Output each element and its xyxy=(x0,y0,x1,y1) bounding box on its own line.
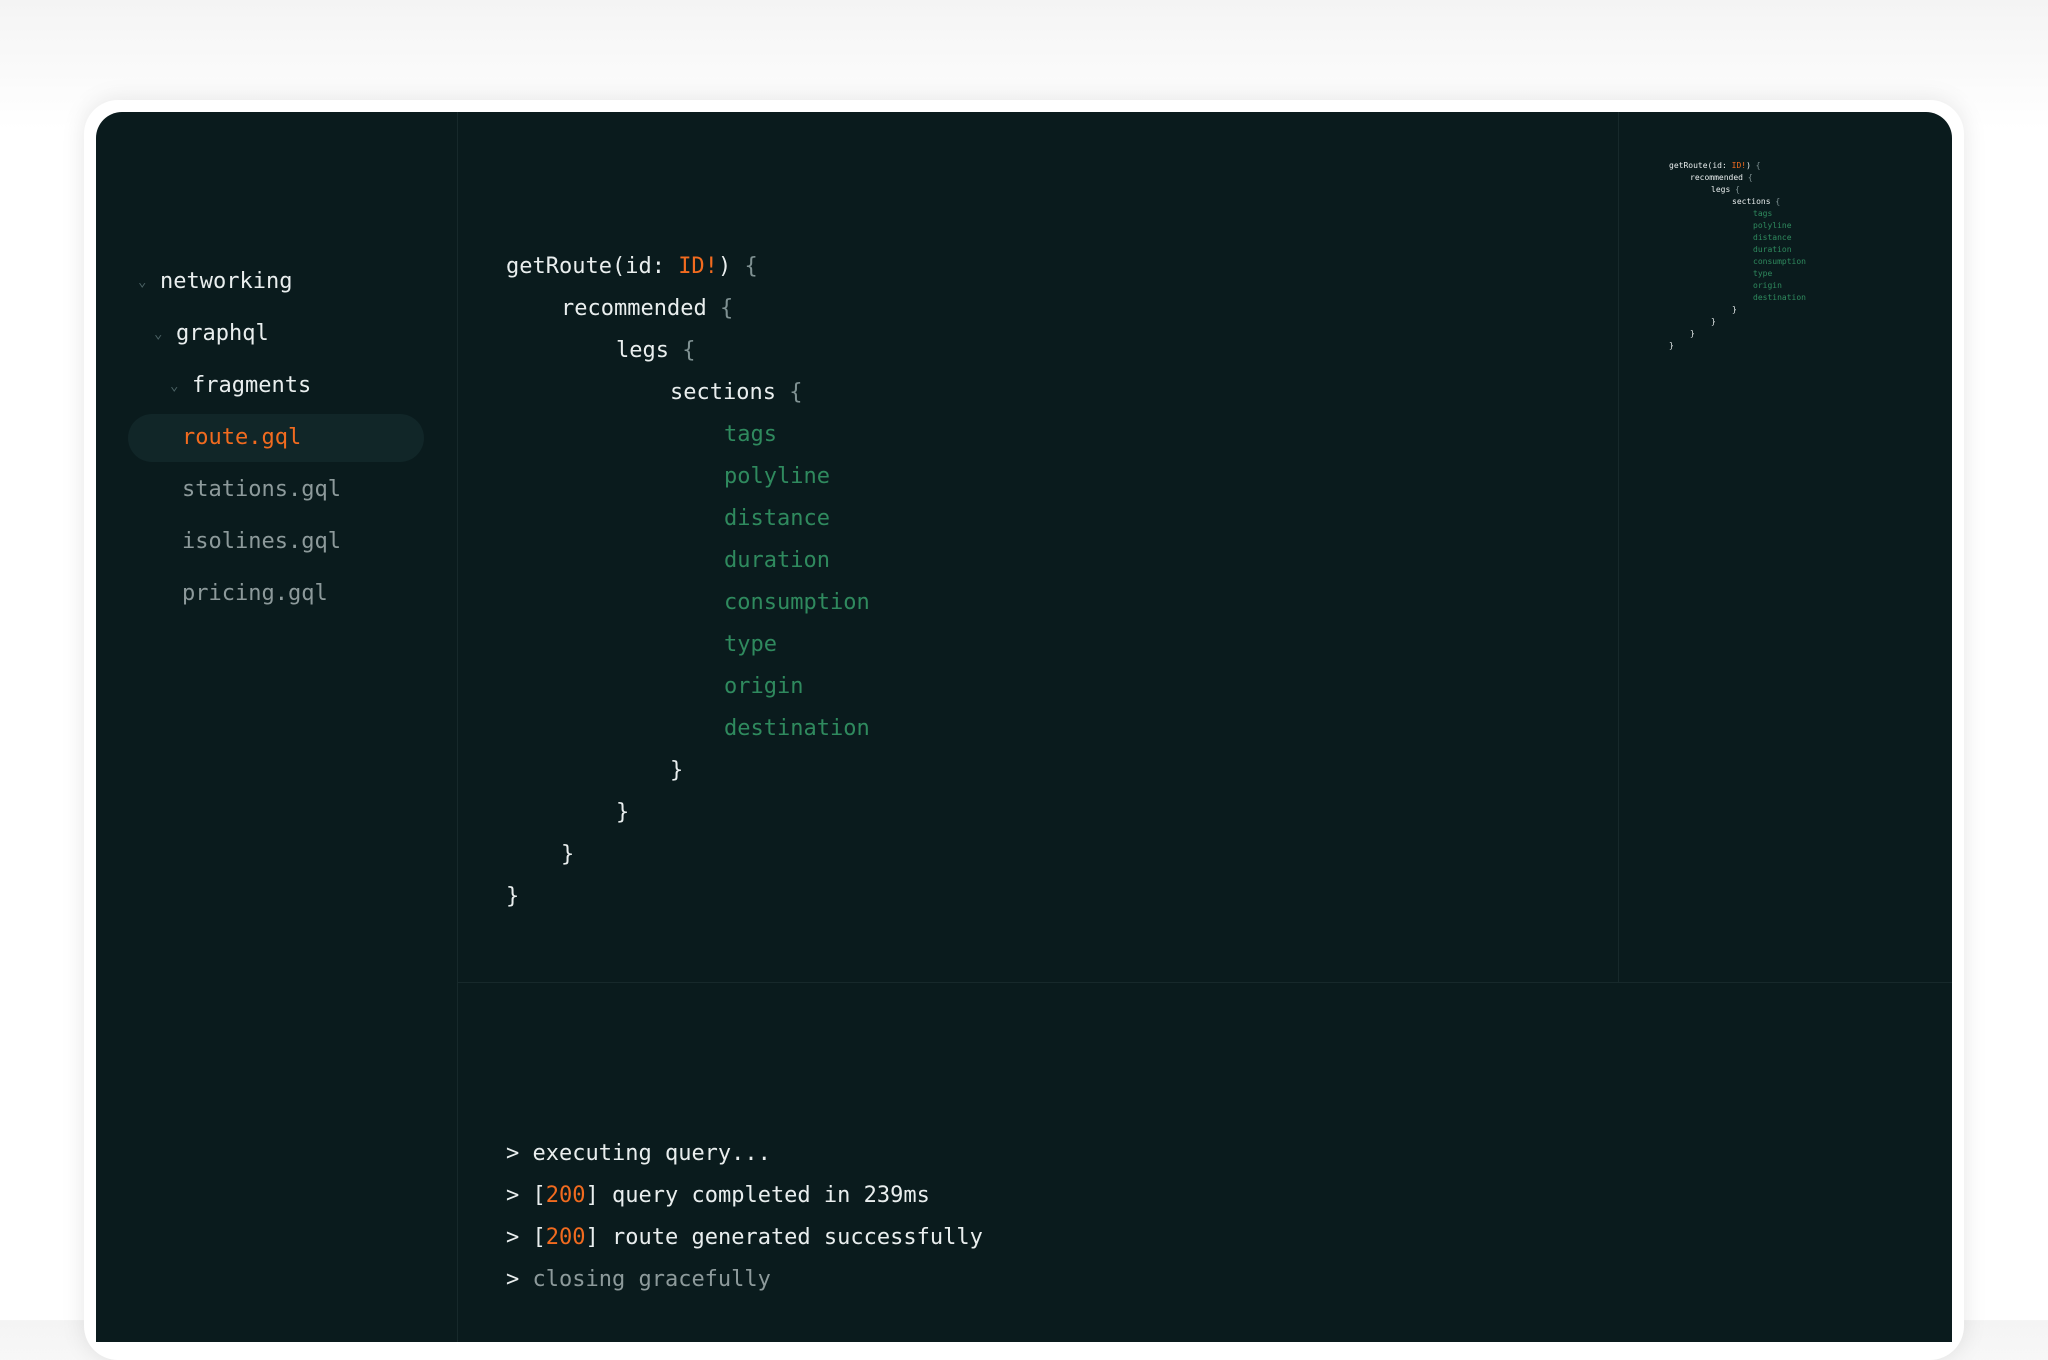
status-code: 200 xyxy=(545,1225,586,1250)
chevron-down-icon[interactable]: ⌄ xyxy=(154,310,176,358)
minimap-line: recommended { xyxy=(1690,173,1753,182)
tree-file-pricing-gql[interactable]: pricing.gql xyxy=(182,570,328,618)
code-line: sections { xyxy=(670,380,803,405)
console-line: > [200] route generated successfully xyxy=(506,1225,983,1250)
folder-label: graphql xyxy=(176,321,269,346)
minimap-line: } xyxy=(1732,305,1737,314)
tree-file-isolines-gql[interactable]: isolines.gql xyxy=(182,518,341,566)
tree-folder-networking[interactable]: ⌄ networking xyxy=(138,258,292,306)
editor-window: ⌄ networking ⌄ graphql ⌄ fragments route.gq… xyxy=(96,112,1952,1342)
console-line: > [200] query completed in 239ms xyxy=(506,1183,930,1208)
code-line: getRoute(id: ID!) { xyxy=(506,254,758,279)
tree-file-stations-gql[interactable]: stations.gql xyxy=(182,466,341,514)
code-line: } xyxy=(670,758,684,783)
status-code: 200 xyxy=(545,1183,586,1208)
tree-file-route-gql[interactable]: route.gql xyxy=(128,414,424,462)
file-tree-sidebar: ⌄ networking ⌄ graphql ⌄ fragments route.gq… xyxy=(96,112,458,1342)
console-text: route generated successfully xyxy=(612,1225,983,1250)
console-text: closing gracefully xyxy=(532,1267,771,1292)
code-line: } xyxy=(561,842,575,867)
file-label: pricing.gql xyxy=(182,581,328,606)
minimap-line: getRoute(id: ID!) { xyxy=(1669,161,1761,170)
minimap-field: distance xyxy=(1753,233,1792,242)
code-field: origin xyxy=(724,674,804,699)
code-field: polyline xyxy=(724,464,830,489)
minimap-field: polyline xyxy=(1753,221,1792,230)
code-line: } xyxy=(506,884,520,909)
folder-label: networking xyxy=(160,269,293,294)
minimap-field: consumption xyxy=(1753,257,1806,266)
minimap-line: } xyxy=(1669,341,1674,350)
minimap-line: legs { xyxy=(1711,185,1740,194)
code-line: legs { xyxy=(616,338,696,363)
console-text: executing query... xyxy=(532,1141,771,1166)
file-label: stations.gql xyxy=(182,477,341,502)
code-line: recommended { xyxy=(561,296,734,321)
console-text: query completed in 239ms xyxy=(612,1183,930,1208)
minimap-line: } xyxy=(1690,329,1695,338)
code-field: duration xyxy=(724,548,830,573)
console-line: > executing query... xyxy=(506,1133,771,1175)
code-editor[interactable]: getRoute(id: ID!) { recommended { legs {… xyxy=(458,112,1618,982)
file-label: route.gql xyxy=(182,425,302,450)
console-prompt: > xyxy=(506,1225,520,1250)
minimap-field: tags xyxy=(1753,209,1773,218)
code-field: consumption xyxy=(724,590,870,615)
minimap-line: sections { xyxy=(1732,197,1781,206)
minimap-field: duration xyxy=(1753,245,1792,254)
minimap-field: origin xyxy=(1753,281,1782,290)
file-label: isolines.gql xyxy=(182,529,341,554)
console-prompt: > xyxy=(506,1183,520,1208)
code-field: distance xyxy=(724,506,830,531)
code-minimap[interactable]: getRoute(id: ID!) { recommended { legs {… xyxy=(1618,112,1952,982)
code-field: tags xyxy=(724,422,777,447)
console-output[interactable]: > executing query... > [200] query compl… xyxy=(458,982,1952,1342)
console-prompt: > xyxy=(506,1267,520,1292)
console-line: > closing gracefully xyxy=(506,1259,771,1301)
chevron-down-icon[interactable]: ⌄ xyxy=(170,362,192,410)
folder-label: fragments xyxy=(192,373,312,398)
minimap-line: } xyxy=(1711,317,1716,326)
chevron-down-icon[interactable]: ⌄ xyxy=(138,258,160,306)
code-field: destination xyxy=(724,716,870,741)
minimap-field: destination xyxy=(1753,293,1806,302)
console-prompt: > xyxy=(506,1141,520,1166)
minimap-field: type xyxy=(1753,269,1773,278)
tree-folder-graphql[interactable]: ⌄ graphql xyxy=(154,310,269,358)
tree-folder-fragments[interactable]: ⌄ fragments xyxy=(170,362,311,410)
code-line: } xyxy=(616,800,630,825)
code-field: type xyxy=(724,632,777,657)
